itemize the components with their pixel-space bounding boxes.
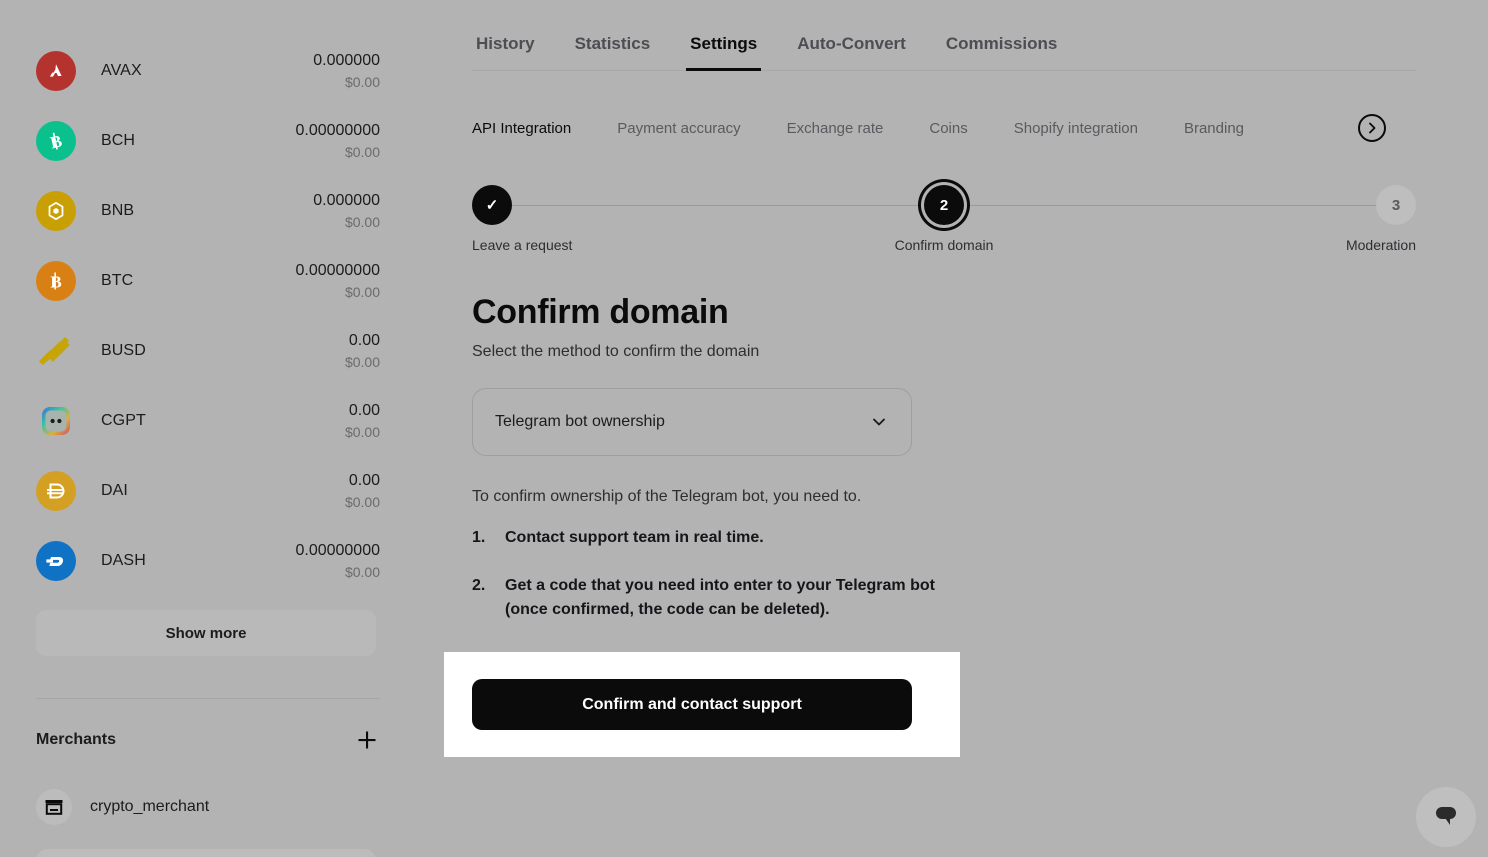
instructions-list: 1. Contact support team in real time. 2.…: [472, 526, 942, 622]
instruction-text: Contact support team in real time.: [505, 529, 764, 546]
bnb-icon: [36, 191, 76, 231]
subtab-branding[interactable]: Branding: [1184, 120, 1244, 137]
coin-fiat: $0.00: [344, 423, 380, 440]
coin-fiat: $0.00: [344, 353, 380, 370]
secondary-tabs: API Integration Payment accuracy Exchang…: [472, 101, 1416, 155]
instruction-item-1: 1. Contact support team in real time.: [472, 526, 942, 550]
coin-amounts: 0.00 $0.00: [345, 401, 380, 442]
dash-icon: [36, 541, 76, 581]
instruction-number: 1.: [472, 529, 486, 546]
coin-fiat: $0.00: [344, 563, 380, 580]
coin-amounts: 0.00000000 $0.00: [295, 121, 380, 162]
chevron-down-icon: [869, 412, 889, 432]
coin-row-btc[interactable]: B BTC 0.00000000 $0.00: [36, 246, 380, 316]
page-subtitle: Select the method to confirm the domain: [472, 343, 760, 360]
coin-fiat: $0.00: [344, 213, 380, 230]
coin-symbol: AVAX: [101, 62, 142, 79]
step-3-label: Moderation: [1345, 237, 1416, 253]
primary-tabs: History Statistics Settings Auto-Convert…: [472, 0, 1416, 71]
progress-stepper: ✓ 2 3: [472, 181, 1416, 229]
merchants-header: Merchants: [36, 727, 380, 753]
coin-symbol: BNB: [101, 202, 135, 219]
instruction-item-2: 2. Get a code that you need into enter t…: [472, 574, 942, 622]
merchant-item-crypto-merchant[interactable]: crypto_merchant: [36, 783, 380, 831]
subtab-payment-accuracy[interactable]: Payment accuracy: [617, 120, 740, 137]
coin-row-busd[interactable]: BUSD 0.00 $0.00: [36, 316, 380, 386]
coin-row-dai[interactable]: DAI 0.00 $0.00: [36, 456, 380, 526]
bch-icon: B: [36, 121, 76, 161]
tab-settings[interactable]: Settings: [686, 28, 762, 71]
plus-icon[interactable]: [354, 727, 380, 753]
coin-amount: 0.00000000: [295, 121, 380, 139]
merchant-name: crypto_merchant: [90, 798, 210, 815]
coin-amount: 0.00: [348, 471, 380, 489]
chat-bubble-icon[interactable]: [1416, 787, 1476, 847]
subtab-exchange-rate[interactable]: Exchange rate: [787, 120, 884, 137]
coin-fiat: $0.00: [344, 283, 380, 300]
subtab-shopify-integration[interactable]: Shopify integration: [1014, 120, 1138, 137]
coin-row-dash[interactable]: DASH 0.00000000 $0.00: [36, 526, 380, 596]
coin-amount: 0.00000000: [295, 261, 380, 279]
chevron-right-icon[interactable]: [1358, 114, 1386, 142]
coin-balance-list: AVAX 0.000000 $0.00 B BCH 0.00000000 $0.…: [36, 0, 380, 596]
coin-amounts: 0.00 $0.00: [345, 471, 380, 512]
sidebar-divider: [36, 698, 380, 699]
confirm-and-contact-support-button[interactable]: Confirm and contact support: [472, 679, 912, 730]
coin-row-cgpt[interactable]: CGPT 0.00 $0.00: [36, 386, 380, 456]
tab-auto-convert[interactable]: Auto-Convert: [793, 28, 910, 70]
coin-row-bnb[interactable]: BNB 0.000000 $0.00: [36, 176, 380, 246]
tab-history[interactable]: History: [472, 28, 539, 70]
instruction-number: 2.: [472, 577, 486, 594]
show-more-button[interactable]: Show more: [36, 610, 376, 656]
coin-amounts: 0.00 $0.00: [345, 331, 380, 372]
merchants-title: Merchants: [36, 731, 117, 748]
coin-amount: 0.000000: [313, 191, 380, 209]
coin-symbol: BCH: [101, 132, 136, 149]
busd-icon: [36, 331, 76, 371]
coin-symbol: DAI: [101, 482, 128, 499]
stepper-labels: Leave a request Confirm domain Moderatio…: [472, 237, 1416, 259]
coin-amount: 0.00: [348, 401, 380, 419]
confirm-method-select[interactable]: Telegram bot ownership: [472, 388, 912, 456]
coin-symbol: BUSD: [101, 342, 146, 359]
coin-symbol: BTC: [101, 272, 134, 289]
tab-commissions[interactable]: Commissions: [942, 28, 1061, 70]
coin-amount: 0.00: [348, 331, 380, 349]
coin-fiat: $0.00: [344, 143, 380, 160]
avax-icon: [36, 51, 76, 91]
coin-amount: 0.000000: [313, 51, 380, 69]
sidebar: AVAX 0.000000 $0.00 B BCH 0.00000000 $0.…: [0, 0, 416, 857]
coin-row-avax[interactable]: AVAX 0.000000 $0.00: [36, 36, 380, 106]
coin-symbol: DASH: [101, 552, 146, 569]
coin-amounts: 0.000000 $0.00: [313, 51, 380, 92]
coin-row-bch[interactable]: B BCH 0.00000000 $0.00: [36, 106, 380, 176]
store-icon: [36, 789, 72, 825]
dai-icon: [36, 471, 76, 511]
step-2-label: Confirm domain: [894, 237, 994, 253]
coin-amounts: 0.00000000 $0.00: [295, 261, 380, 302]
coin-amounts: 0.00000000 $0.00: [295, 541, 380, 582]
step-1-badge[interactable]: ✓: [472, 185, 512, 225]
coin-fiat: $0.00: [344, 493, 380, 510]
svg-text:B: B: [50, 273, 61, 292]
tab-statistics[interactable]: Statistics: [571, 28, 655, 70]
page-title: Confirm domain: [472, 293, 729, 331]
instructions-intro: To confirm ownership of the Telegram bot…: [472, 488, 862, 505]
coin-amounts: 0.000000 $0.00: [313, 191, 380, 232]
step-3-badge[interactable]: 3: [1376, 185, 1416, 225]
instruction-text: Get a code that you need into enter to y…: [505, 577, 935, 618]
coin-fiat: $0.00: [344, 73, 380, 90]
coin-symbol: CGPT: [101, 412, 146, 429]
step-1-label: Leave a request: [472, 237, 573, 253]
merchant-card-peek: [36, 849, 376, 857]
step-2-badge[interactable]: 2: [924, 185, 964, 225]
subtab-api-integration[interactable]: API Integration: [472, 120, 571, 137]
confirm-method-value: Telegram bot ownership: [495, 413, 665, 430]
app-root: AVAX 0.000000 $0.00 B BCH 0.00000000 $0.…: [0, 0, 1488, 857]
subtab-coins[interactable]: Coins: [929, 120, 967, 137]
cgpt-icon: [36, 401, 76, 441]
coin-amount: 0.00000000: [295, 541, 380, 559]
btc-icon: B: [36, 261, 76, 301]
